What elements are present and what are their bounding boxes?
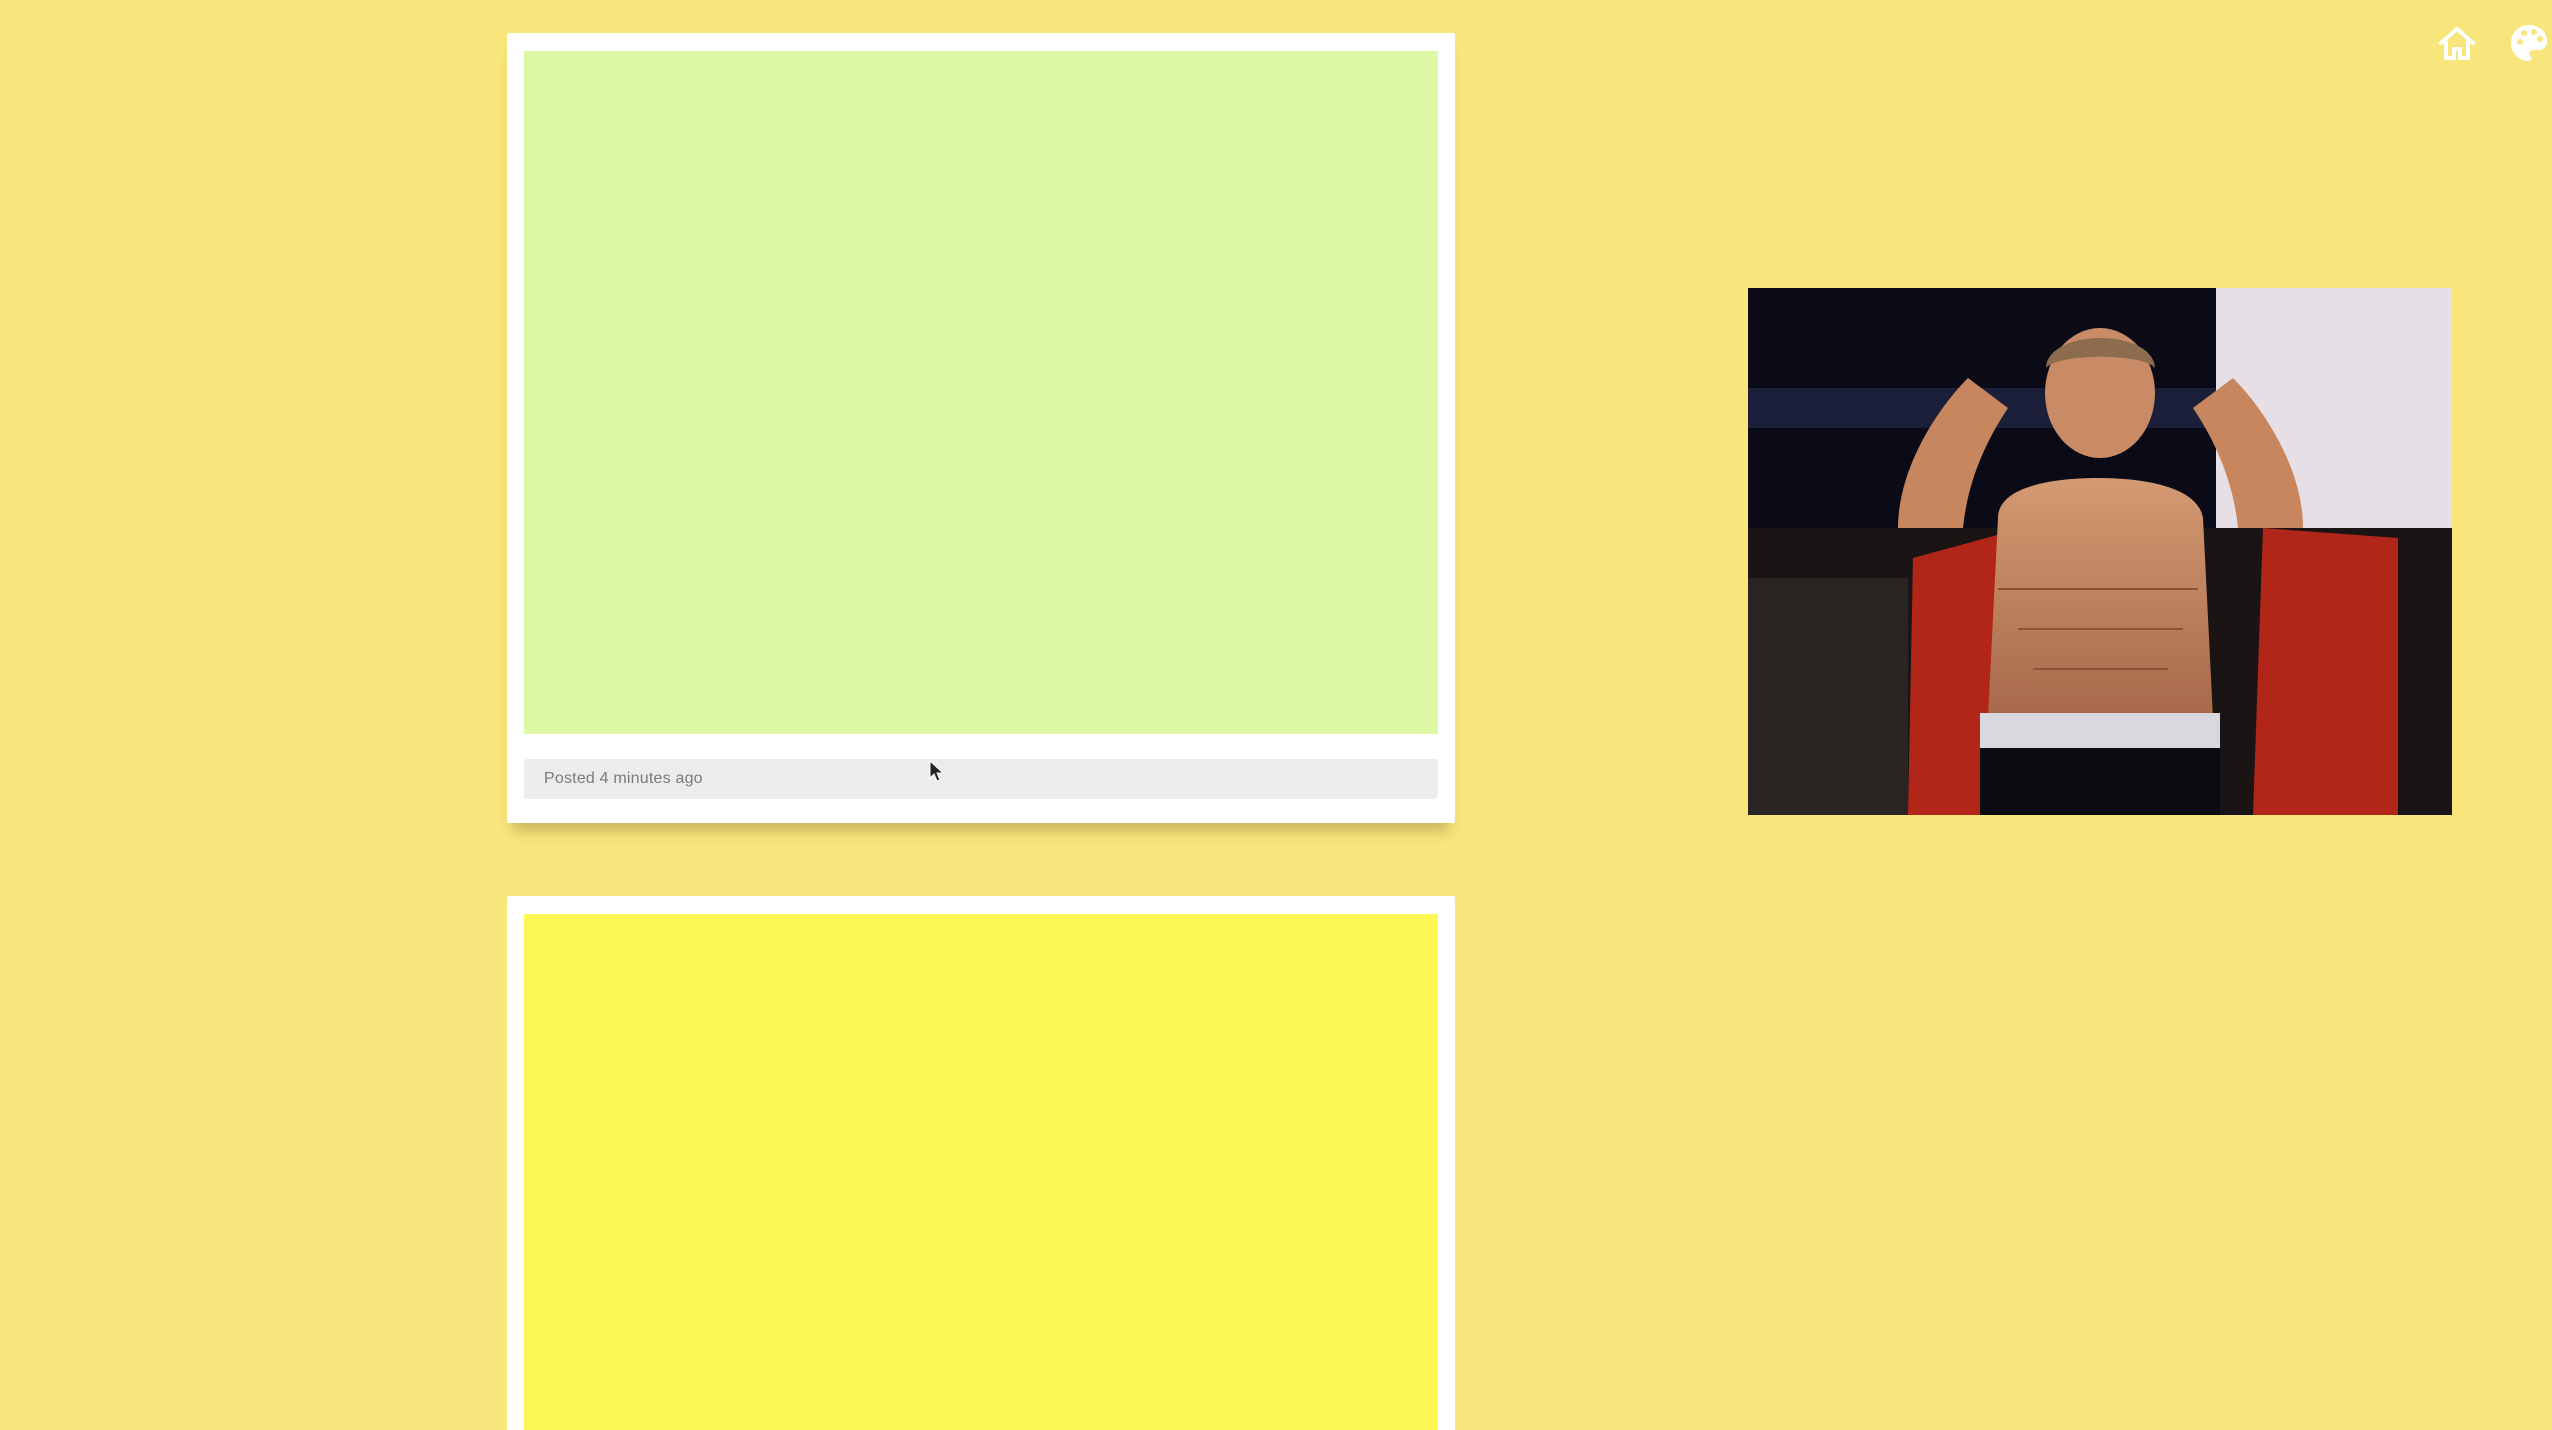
home-button[interactable] — [2434, 20, 2480, 66]
post-color-block[interactable] — [524, 51, 1438, 734]
post-footer: Posted 4 minutes ago — [524, 759, 1438, 799]
top-right-toolbar — [2434, 20, 2552, 66]
video-tile[interactable] — [1748, 288, 2452, 815]
home-icon — [2439, 27, 2475, 60]
palette-icon — [2511, 25, 2547, 61]
post-card[interactable]: Posted 4 minutes ago — [507, 33, 1455, 823]
theme-palette-button[interactable] — [2506, 20, 2552, 66]
webcam-video-feed — [1748, 288, 2452, 815]
mouse-cursor-icon — [929, 760, 945, 782]
post-color-block[interactable] — [524, 914, 1438, 1430]
post-card[interactable] — [507, 896, 1455, 1430]
post-timestamp: Posted 4 minutes ago — [544, 770, 703, 787]
page-root: Posted 4 minutes ago — [0, 0, 2552, 1430]
